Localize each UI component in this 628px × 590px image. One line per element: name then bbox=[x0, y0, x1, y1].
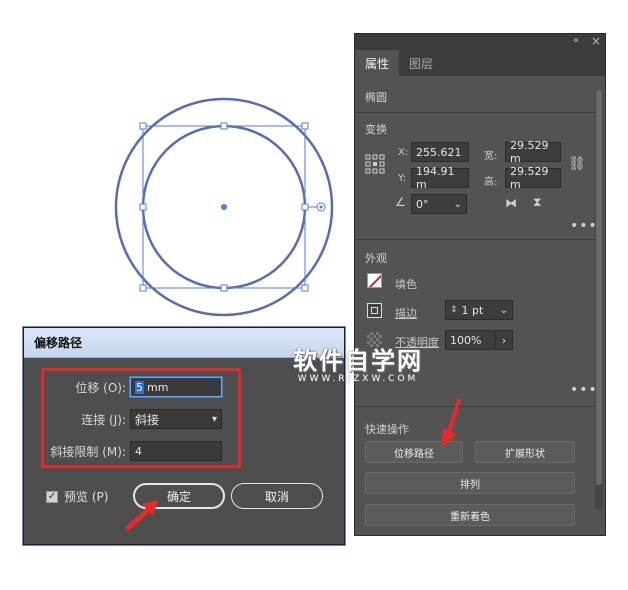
fill-none-swatch-icon[interactable] bbox=[367, 273, 382, 288]
x-label: X: bbox=[398, 147, 409, 158]
scrollbar-thumb[interactable] bbox=[596, 90, 602, 485]
tab-layers[interactable]: 图层 bbox=[399, 50, 443, 76]
joins-select[interactable]: 斜接 ▾ bbox=[130, 409, 222, 429]
quick-actions-title: 快速操作 bbox=[365, 423, 409, 436]
flip-vertical-icon[interactable]: ⧗ bbox=[533, 195, 541, 210]
cancel-button[interactable]: 取消 bbox=[231, 483, 323, 509]
artboard-canvas[interactable] bbox=[0, 0, 360, 330]
fill-label: 填色 bbox=[395, 278, 417, 291]
center-point bbox=[221, 204, 227, 210]
joins-value: 斜接 bbox=[135, 412, 160, 427]
rotate-value: 0° bbox=[416, 197, 429, 211]
width-input[interactable]: 29.529 m bbox=[505, 139, 561, 165]
rotate-input[interactable]: 0° ⌄ bbox=[411, 194, 467, 214]
stroke-swatch-icon[interactable] bbox=[367, 303, 382, 318]
appearance-more-icon[interactable]: ••• bbox=[570, 382, 598, 398]
offset-unit: mm bbox=[147, 380, 169, 394]
appearance-title: 外观 bbox=[365, 252, 387, 265]
flip-horizontal-icon[interactable]: ⧓ bbox=[505, 196, 517, 210]
miter-label: 斜接限制 (M): bbox=[50, 444, 126, 459]
reference-point-icon[interactable] bbox=[365, 154, 385, 174]
height-input[interactable]: 29.529 m bbox=[505, 165, 561, 191]
miter-row: 斜接限制 (M): 4 bbox=[24, 440, 222, 462]
stroke-weight-value: 1 pt bbox=[461, 303, 484, 317]
chevron-down-icon: ⌄ bbox=[499, 304, 508, 316]
transform-title: 变换 bbox=[365, 123, 387, 136]
close-icon[interactable]: × bbox=[591, 34, 601, 48]
constrain-proportions-link-icon[interactable]: ⛓ bbox=[568, 156, 586, 172]
arrange-button[interactable]: 排列 bbox=[365, 472, 575, 494]
offset-row: 位移 (O): 5 mm bbox=[24, 376, 222, 398]
live-corner-widget-icon[interactable] bbox=[316, 202, 326, 212]
pointer-arrow-icon bbox=[125, 500, 158, 531]
watermark: 软件自学网 WWW.RJZXW.COM bbox=[283, 341, 433, 384]
watermark-url: WWW.RJZXW.COM bbox=[297, 374, 419, 384]
pointer-arrow-icon bbox=[441, 398, 461, 448]
stroke-weight-input[interactable]: ⇕ 1 pt ⌄ bbox=[445, 300, 513, 320]
transform-more-icon[interactable]: ••• bbox=[570, 218, 598, 234]
offset-label: 位移 (O): bbox=[75, 380, 126, 395]
offset-selected-value: 5 bbox=[135, 380, 144, 394]
preview-label: 预览 (P) bbox=[64, 490, 109, 504]
width-label: 宽: bbox=[484, 151, 498, 162]
chevron-down-icon: ▾ bbox=[211, 413, 217, 425]
properties-panel: « × 属性 图层 椭圆 变换 X: 255.621 宽: 29.529 m Y… bbox=[354, 33, 606, 536]
preview-checkbox[interactable]: ✓ bbox=[46, 490, 58, 503]
object-type-label: 椭圆 bbox=[365, 91, 387, 104]
y-label: Y: bbox=[398, 173, 407, 184]
chevron-right-icon[interactable]: › bbox=[495, 330, 513, 350]
watermark-text: 软件自学网 bbox=[293, 347, 423, 375]
joins-label: 连接 (J): bbox=[81, 412, 126, 427]
panel-title-bar: « × bbox=[355, 34, 605, 48]
miter-value: 4 bbox=[135, 444, 142, 458]
rotate-angle-icon: ∠ bbox=[395, 195, 406, 209]
preview-checkbox-row[interactable]: ✓ 预览 (P) bbox=[46, 488, 108, 505]
chevron-down-icon: ⌄ bbox=[453, 198, 462, 210]
offset-input[interactable]: 5 mm bbox=[130, 377, 222, 397]
opacity-input[interactable]: 100% bbox=[445, 330, 501, 350]
collapse-icon[interactable]: « bbox=[573, 34, 579, 48]
x-input[interactable]: 255.621 bbox=[411, 142, 469, 162]
panel-scrollbar[interactable] bbox=[595, 90, 603, 510]
height-label: 高: bbox=[484, 177, 498, 188]
recolor-button[interactable]: 重新着色 bbox=[365, 504, 575, 526]
expand-shape-button[interactable]: 扩展形状 bbox=[475, 441, 575, 463]
tab-properties[interactable]: 属性 bbox=[355, 50, 400, 76]
miter-limit-input[interactable]: 4 bbox=[130, 441, 222, 461]
stepper-icon[interactable]: ⇕ bbox=[450, 305, 458, 315]
stroke-label[interactable]: 描边 bbox=[395, 305, 417, 321]
y-input[interactable]: 194.91 m bbox=[411, 165, 469, 191]
panel-tabs: 属性 图层 bbox=[355, 48, 605, 76]
joins-row: 连接 (J): 斜接 ▾ bbox=[24, 408, 222, 430]
